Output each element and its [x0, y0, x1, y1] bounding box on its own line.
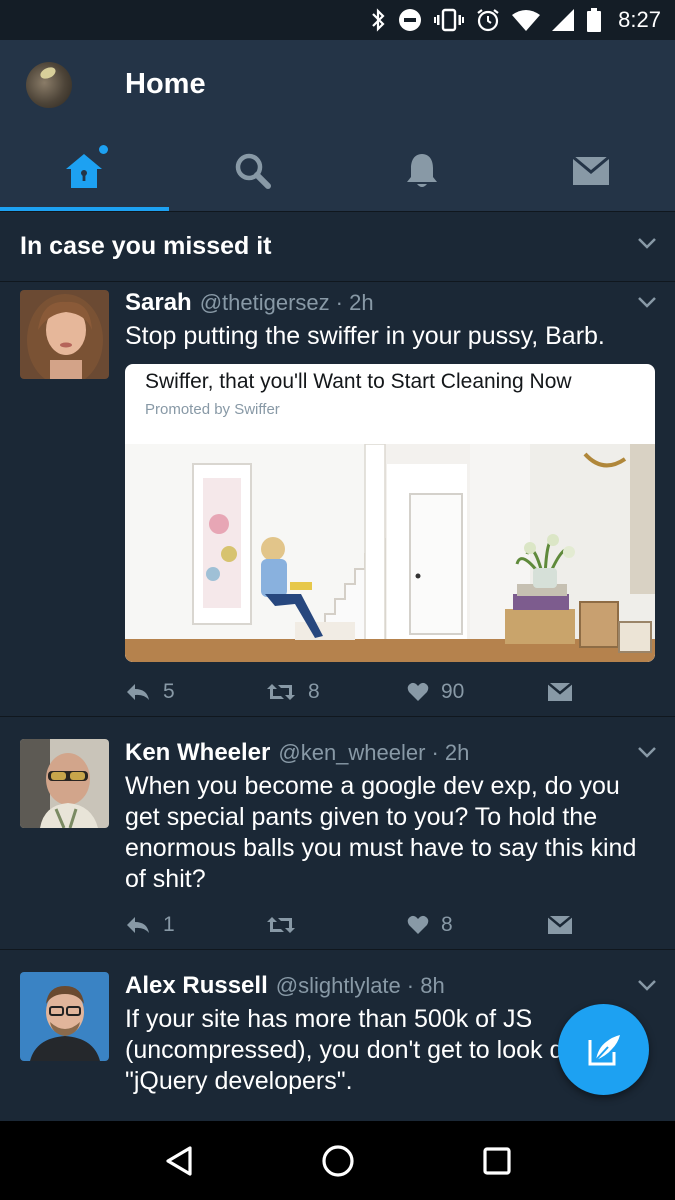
tweet-actions: 5 8 90	[125, 662, 657, 722]
back-icon[interactable]	[164, 1145, 194, 1177]
tweet-time: · 2h	[335, 290, 374, 315]
reply-icon	[127, 684, 149, 700]
reply-button[interactable]: 5	[125, 680, 266, 704]
home-icon	[66, 153, 103, 188]
do-not-disturb-icon	[399, 9, 422, 31]
tweet-header: Alex Russell @slightlylate · 8h	[125, 972, 657, 1000]
wifi-icon	[512, 10, 541, 31]
retweet-icon	[267, 684, 295, 700]
tab-search[interactable]	[169, 130, 338, 211]
tweet-text: Stop putting the swiffer in your pussy, …	[125, 322, 605, 350]
bell-icon	[406, 153, 437, 187]
compose-icon	[588, 1034, 620, 1065]
tweet-time: · 8h	[406, 973, 445, 998]
retweet-count: 8	[308, 680, 320, 703]
reply-button[interactable]: 1	[125, 913, 266, 937]
app-bar: Home	[0, 40, 675, 130]
section-title: In case you missed it	[20, 232, 272, 260]
card-subtitle: Promoted by Swiffer	[145, 401, 280, 418]
tab-messages[interactable]	[506, 130, 675, 211]
cell-signal-icon	[552, 9, 575, 31]
tab-home[interactable]	[0, 130, 169, 211]
tab-bar	[0, 130, 675, 212]
battery-icon	[587, 8, 602, 32]
retweet-button[interactable]	[266, 915, 407, 935]
tweet[interactable]: Ken Wheeler @ken_wheeler · 2h When you b…	[0, 717, 675, 950]
avatar[interactable]	[20, 972, 109, 1061]
tweet-actions: 5 25 141	[125, 1105, 657, 1121]
chevron-down-icon[interactable]	[637, 745, 657, 759]
retweet-icon	[267, 917, 295, 933]
direct-message-button[interactable]	[548, 683, 572, 701]
like-count: 8	[441, 913, 453, 936]
vibrate-icon	[434, 8, 465, 32]
profile-avatar[interactable]	[26, 62, 72, 108]
tweet-actions: 1 8	[125, 895, 657, 955]
chevron-down-icon[interactable]	[637, 978, 657, 992]
alarm-icon	[477, 9, 499, 32]
chevron-down-icon[interactable]	[637, 236, 657, 250]
like-count: 90	[441, 680, 465, 703]
page-title: Home	[125, 68, 206, 100]
tweet-time: · 2h	[431, 740, 470, 765]
heart-icon	[407, 915, 429, 934]
mail-icon	[548, 683, 572, 701]
author-handle[interactable]: @slightlylate	[276, 973, 401, 999]
avatar[interactable]	[20, 739, 109, 828]
new-tweets-dot	[99, 145, 108, 154]
avatar[interactable]	[20, 290, 109, 379]
mail-icon	[572, 156, 609, 185]
bluetooth-icon	[372, 8, 385, 32]
tab-notifications[interactable]	[338, 130, 507, 211]
chevron-down-icon[interactable]	[637, 295, 657, 309]
reply-icon	[127, 917, 149, 933]
tweet-header: Ken Wheeler @ken_wheeler · 2h	[125, 739, 657, 767]
card-title: Swiffer, that you'll Want to Start Clean…	[145, 370, 572, 393]
direct-message-button[interactable]	[548, 916, 572, 934]
status-bar: 8:27	[0, 0, 675, 40]
reply-count: 1	[163, 913, 175, 936]
recents-icon[interactable]	[482, 1146, 512, 1176]
promoted-card[interactable]: Swiffer, that you'll Want to Start Clean…	[125, 364, 655, 662]
retweet-button[interactable]: 8	[266, 680, 407, 704]
system-nav-bar	[0, 1121, 675, 1200]
card-image[interactable]	[125, 444, 655, 662]
tweet-text: When you become a google dev exp, do you…	[125, 772, 637, 893]
section-header: In case you missed it	[0, 212, 675, 282]
like-button[interactable]: 8	[407, 913, 548, 937]
search-icon	[235, 153, 272, 189]
heart-icon	[407, 682, 429, 701]
author-handle[interactable]: @ken_wheeler	[278, 740, 425, 766]
timeline[interactable]: Sarah @thetigersez · 2h Stop putting the…	[0, 283, 675, 1121]
tweet[interactable]: Sarah @thetigersez · 2h Stop putting the…	[0, 283, 675, 717]
author-name[interactable]: Ken Wheeler	[125, 739, 270, 767]
mail-icon	[548, 916, 572, 934]
reply-count: 5	[163, 680, 175, 703]
tweet-header: Sarah @thetigersez · 2h	[125, 289, 657, 317]
like-button[interactable]: 90	[407, 680, 548, 704]
author-name[interactable]: Alex Russell	[125, 972, 268, 1000]
compose-tweet-button[interactable]	[558, 1004, 649, 1095]
author-name[interactable]: Sarah	[125, 289, 192, 317]
clock: 8:27	[618, 7, 661, 32]
home-button-icon[interactable]	[321, 1144, 355, 1178]
author-handle[interactable]: @thetigersez	[200, 290, 330, 316]
